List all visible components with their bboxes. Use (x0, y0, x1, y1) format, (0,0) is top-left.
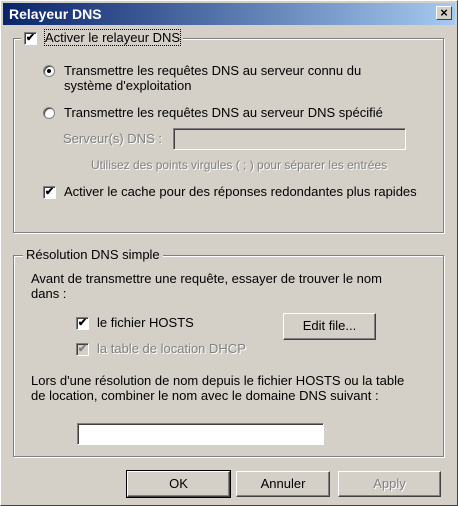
server-label: Serveur(s) DNS : (63, 131, 162, 146)
separator-hint: Utilisez des points virgules ( ; ) pour … (91, 158, 388, 172)
simple-resolution-legend: Résolution DNS simple (23, 247, 163, 262)
dhcp-label: la table de location DHCP (97, 341, 246, 356)
combine-line2: de location, combiner le nom avec le dom… (31, 388, 379, 403)
option-specified-radio-row[interactable]: Transmettre les requêtes DNS au serveur … (43, 105, 383, 120)
edit-file-button[interactable]: Edit file... (283, 313, 376, 340)
apply-button: Apply (338, 471, 441, 497)
cancel-button[interactable]: Annuler (236, 471, 330, 497)
close-icon: × (440, 5, 448, 20)
option-os-label-line2: système d'exploitation (64, 78, 192, 93)
hosts-checkbox[interactable]: ✔ (76, 317, 89, 330)
enable-relay-checkbox-row[interactable]: ✔ Activer le relayeur DNS (21, 29, 184, 46)
dhcp-checkbox-row: ✔ la table de location DHCP (76, 341, 246, 356)
hosts-checkbox-row[interactable]: ✔ le fichier HOSTS (76, 315, 194, 330)
window-title: Relayeur DNS (9, 6, 102, 22)
intro-text: Avant de transmettre une requête, essaye… (31, 271, 382, 301)
option-specified-radio[interactable] (43, 107, 55, 119)
close-button[interactable]: × (436, 6, 452, 20)
ok-button[interactable]: OK (126, 470, 231, 498)
enable-relay-label[interactable]: Activer le relayeur DNS (43, 29, 182, 46)
title-bar[interactable]: Relayeur DNS × (3, 3, 455, 25)
combine-text: Lors d'une résolution de nom depuis le f… (31, 373, 404, 403)
enable-cache-label: Activer le cache pour des réponses redon… (64, 184, 417, 199)
hosts-label: le fichier HOSTS (97, 315, 194, 330)
intro-line2: dans : (31, 286, 67, 301)
enable-cache-checkbox-row[interactable]: ✔ Activer le cache pour des réponses red… (43, 184, 417, 199)
dns-domain-input[interactable] (77, 423, 324, 445)
combine-line1: Lors d'une résolution de nom depuis le f… (31, 373, 405, 388)
dns-server-input[interactable] (173, 128, 406, 150)
enable-relay-checkbox[interactable]: ✔ (24, 32, 37, 45)
dhcp-checkbox: ✔ (76, 343, 89, 356)
option-os-radio-row[interactable]: Transmettre les requêtes DNS au serveur … (43, 63, 361, 93)
option-os-label-line1: Transmettre les requêtes DNS au serveur … (64, 63, 362, 78)
option-os-radio[interactable] (43, 65, 55, 77)
option-specified-label: Transmettre les requêtes DNS au serveur … (64, 105, 383, 120)
intro-line1: Avant de transmettre une requête, essaye… (31, 271, 382, 286)
dialog-window: Relayeur DNS × ✔ Activer le relayeur DNS… (0, 0, 458, 506)
enable-cache-checkbox[interactable]: ✔ (43, 186, 56, 199)
